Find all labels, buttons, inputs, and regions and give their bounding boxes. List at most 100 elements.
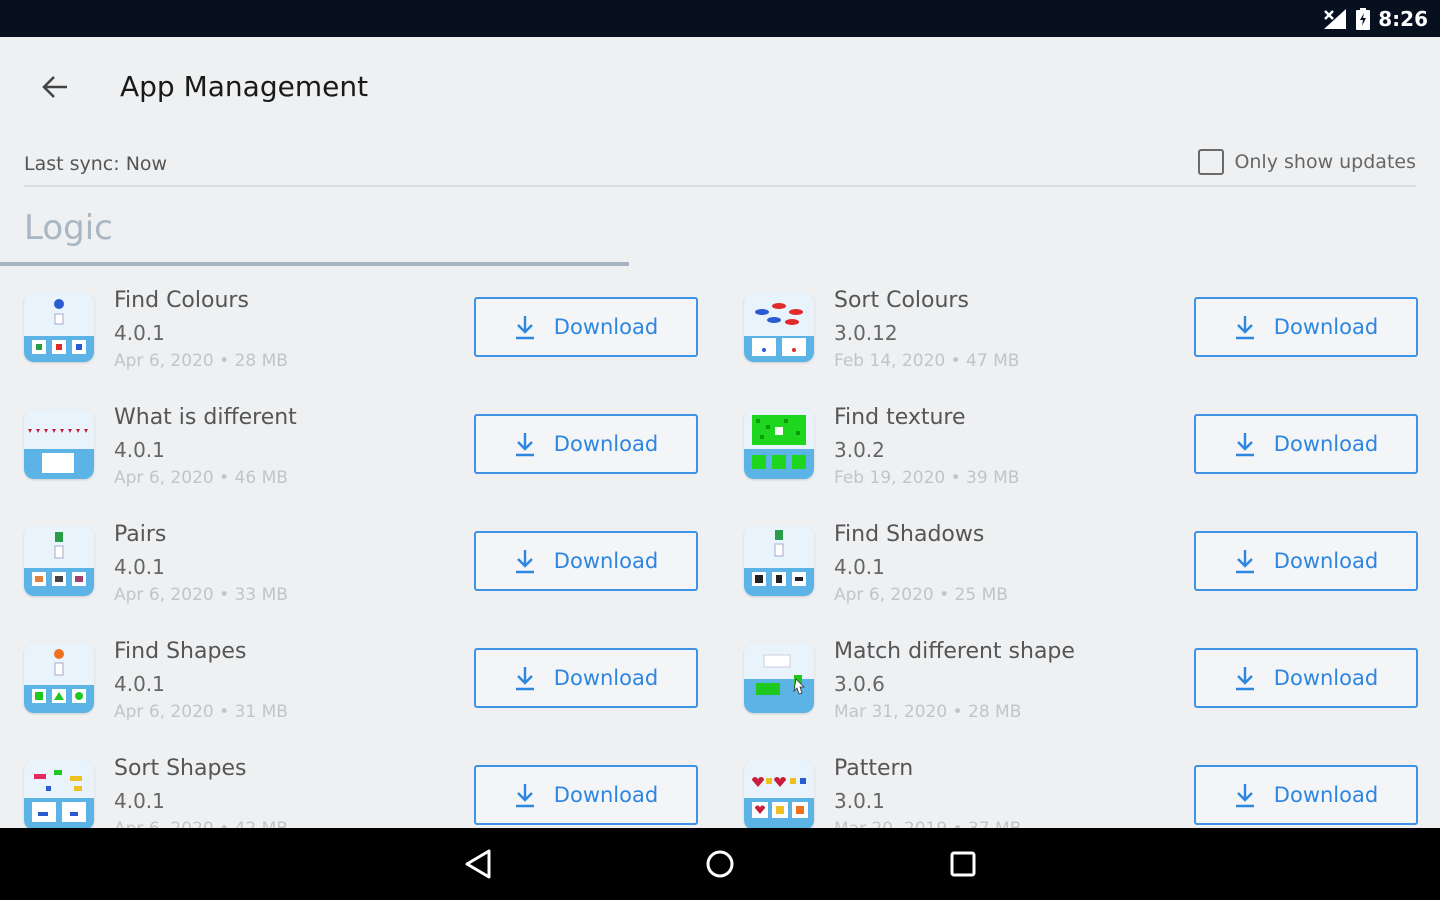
download-button[interactable]: Download xyxy=(474,765,698,825)
download-label: Download xyxy=(1273,549,1379,573)
app-list: Find Colours 4.0.1 Apr 6, 2020 • 28 MB D… xyxy=(0,266,1440,828)
download-icon xyxy=(1235,316,1254,340)
download-button[interactable]: Download xyxy=(474,414,698,474)
app-version: 3.0.1 xyxy=(834,789,885,813)
download-button[interactable]: Download xyxy=(1194,297,1418,357)
app-version: 3.0.12 xyxy=(834,321,898,345)
back-button[interactable] xyxy=(30,67,80,107)
page-title: App Management xyxy=(120,70,369,103)
app-icon xyxy=(24,526,94,596)
download-icon xyxy=(515,784,534,808)
app-version: 4.0.1 xyxy=(114,789,165,813)
download-button[interactable]: Download xyxy=(1194,414,1418,474)
app-name: What is different xyxy=(114,405,297,430)
app-icon xyxy=(24,409,94,479)
list-item: Sort Shapes 4.0.1 Apr 6, 2020 • 42 MB Do… xyxy=(24,734,720,828)
signal-icon xyxy=(1324,8,1347,29)
app-icon xyxy=(744,760,814,828)
download-label: Download xyxy=(553,549,659,573)
app-version: 4.0.1 xyxy=(114,672,165,696)
app-meta: Mar 31, 2020 • 28 MB xyxy=(834,702,1022,722)
app-meta: Apr 6, 2020 • 33 MB xyxy=(114,585,288,605)
download-icon xyxy=(515,550,534,574)
app-version: 4.0.1 xyxy=(114,555,165,579)
app-bar: App Management xyxy=(0,37,1440,137)
app-version: 3.0.2 xyxy=(834,438,885,462)
app-name: Find Shapes xyxy=(114,639,247,664)
app-name: Find Shadows xyxy=(834,522,985,547)
app-meta: Mar 20, 2019 • 37 MB xyxy=(834,819,1021,828)
square-recents-icon xyxy=(950,851,976,877)
status-time: 8:26 xyxy=(1378,6,1428,31)
section-title: Logic xyxy=(24,208,113,248)
only-show-updates-checkbox[interactable] xyxy=(1198,149,1225,175)
list-item: What is different 4.0.1 Apr 6, 2020 • 46… xyxy=(24,383,720,500)
app-icon xyxy=(744,409,814,479)
nav-home-button[interactable] xyxy=(698,842,742,886)
download-icon xyxy=(1235,667,1254,691)
list-item: Pairs 4.0.1 Apr 6, 2020 • 33 MB Download xyxy=(24,500,720,617)
app-name: Match different shape xyxy=(834,639,1075,664)
nav-back-button[interactable] xyxy=(456,842,500,886)
app-icon xyxy=(744,292,814,362)
only-show-updates-label: Only show updates xyxy=(1234,151,1416,173)
triangle-back-icon xyxy=(465,849,491,879)
download-label: Download xyxy=(1273,783,1379,807)
app-icon xyxy=(24,292,94,362)
app-icon xyxy=(744,643,814,713)
app-meta: Apr 6, 2020 • 28 MB xyxy=(114,351,288,371)
navigation-bar xyxy=(0,828,1440,900)
last-sync-label: Last sync: Now xyxy=(24,153,168,175)
download-button[interactable]: Download xyxy=(1194,765,1418,825)
app-name: Find Colours xyxy=(114,288,249,313)
app-name: Sort Shapes xyxy=(114,756,247,781)
list-item: Find Shadows 4.0.1 Apr 6, 2020 • 25 MB D… xyxy=(744,500,1440,617)
download-icon xyxy=(515,316,534,340)
status-bar: 8:26 xyxy=(0,0,1440,37)
list-item: Find Colours 4.0.1 Apr 6, 2020 • 28 MB D… xyxy=(24,266,720,383)
only-show-updates-toggle[interactable]: Only show updates xyxy=(1198,149,1416,175)
battery-icon xyxy=(1356,7,1371,30)
app-icon xyxy=(24,643,94,713)
app-name: Sort Colours xyxy=(834,288,969,313)
sync-row: Last sync: Now Only show updates xyxy=(24,147,1416,187)
app-meta: Apr 6, 2020 • 46 MB xyxy=(114,468,288,488)
app-icon xyxy=(744,526,814,596)
download-label: Download xyxy=(1273,666,1379,690)
app-meta: Feb 19, 2020 • 39 MB xyxy=(834,468,1020,488)
arrow-left-icon xyxy=(42,76,67,98)
app-name: Find texture xyxy=(834,405,966,430)
app-name: Pairs xyxy=(114,522,167,547)
app-meta: Feb 14, 2020 • 47 MB xyxy=(834,351,1020,371)
list-item: Find Shapes 4.0.1 Apr 6, 2020 • 31 MB Do… xyxy=(24,617,720,734)
app-version: 4.0.1 xyxy=(114,438,165,462)
download-button[interactable]: Download xyxy=(1194,531,1418,591)
app-meta: Apr 6, 2020 • 42 MB xyxy=(114,819,288,828)
download-icon xyxy=(515,433,534,457)
download-label: Download xyxy=(1273,315,1379,339)
download-button[interactable]: Download xyxy=(1194,648,1418,708)
download-label: Download xyxy=(553,432,659,456)
list-item: Find texture 3.0.2 Feb 19, 2020 • 39 MB … xyxy=(744,383,1440,500)
list-item: Sort Colours 3.0.12 Feb 14, 2020 • 47 MB… xyxy=(744,266,1440,383)
download-icon xyxy=(515,667,534,691)
list-item: Match different shape 3.0.6 Mar 31, 2020… xyxy=(744,617,1440,734)
download-label: Download xyxy=(553,666,659,690)
download-icon xyxy=(1235,550,1254,574)
app-meta: Apr 6, 2020 • 31 MB xyxy=(114,702,288,722)
download-button[interactable]: Download xyxy=(474,531,698,591)
status-icons: 8:26 xyxy=(1322,0,1428,37)
app-version: 4.0.1 xyxy=(834,555,885,579)
download-label: Download xyxy=(1273,432,1379,456)
app-name: Pattern xyxy=(834,756,914,781)
app-version: 4.0.1 xyxy=(114,321,165,345)
download-icon xyxy=(1235,784,1254,808)
nav-recents-button[interactable] xyxy=(941,842,985,886)
download-label: Download xyxy=(553,315,659,339)
download-button[interactable]: Download xyxy=(474,648,698,708)
app-version: 3.0.6 xyxy=(834,672,885,696)
download-icon xyxy=(1235,433,1254,457)
download-button[interactable]: Download xyxy=(474,297,698,357)
list-item: Pattern 3.0.1 Mar 20, 2019 • 37 MB Downl… xyxy=(744,734,1440,828)
app-icon xyxy=(24,760,94,828)
